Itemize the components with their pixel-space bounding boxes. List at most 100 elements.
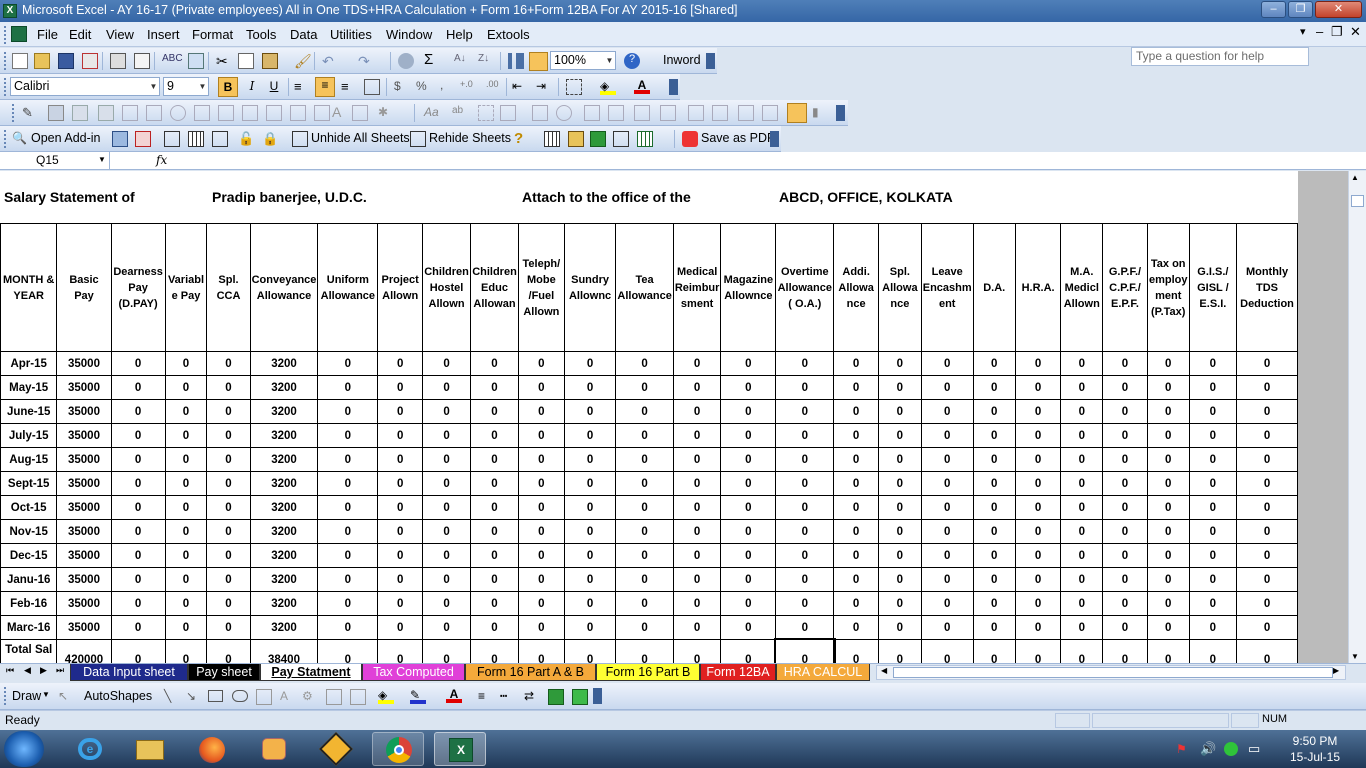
form-radio-icon[interactable]	[170, 105, 186, 121]
value-cell[interactable]: 0	[317, 399, 379, 424]
value-cell[interactable]: 0	[517, 495, 565, 520]
value-cell[interactable]: 0	[563, 639, 617, 663]
value-cell[interactable]: 0	[720, 471, 777, 496]
horizontal-scrollbar[interactable]: ◀ ▶	[876, 665, 1346, 680]
textbox-icon[interactable]	[256, 689, 272, 705]
value-cell[interactable]: 0	[206, 615, 251, 640]
value-cell[interactable]: 0	[563, 567, 617, 592]
value-cell[interactable]: 0	[775, 471, 835, 496]
month-cell[interactable]: Dec-15	[0, 543, 58, 568]
shadow-style-icon[interactable]	[548, 689, 564, 705]
value-cell[interactable]: 0	[1146, 567, 1190, 592]
month-cell[interactable]: Janu-16	[0, 567, 58, 592]
value-cell[interactable]: 0	[920, 639, 974, 663]
scroll-left-icon[interactable]: ◀	[881, 666, 887, 675]
value-cell[interactable]: 35000	[56, 615, 112, 640]
value-cell[interactable]: 0	[317, 639, 379, 663]
form-combo-icon[interactable]	[242, 105, 258, 121]
save-icon[interactable]	[58, 53, 74, 69]
value-cell[interactable]: 0	[470, 567, 519, 592]
currency-icon[interactable]: $	[394, 79, 410, 95]
run-dialog-icon[interactable]: ▮	[812, 105, 828, 121]
form-control-icon[interactable]	[98, 105, 114, 121]
addin-table-icon[interactable]	[544, 131, 560, 147]
value-cell[interactable]: 0	[422, 639, 472, 663]
value-cell[interactable]: 0	[615, 543, 674, 568]
chart-wizard-icon[interactable]	[508, 53, 524, 69]
menu-utilities[interactable]: Utilities	[330, 27, 372, 42]
next-sheet-icon[interactable]: ▶	[40, 665, 47, 676]
excel-doc-icon[interactable]	[11, 26, 27, 42]
value-cell[interactable]: 0	[563, 351, 617, 376]
borders-icon[interactable]	[566, 79, 582, 95]
column-header[interactable]: H.R.A.	[1014, 223, 1062, 352]
value-cell[interactable]: 0	[972, 567, 1016, 592]
value-cell[interactable]: 0	[110, 567, 166, 592]
value-cell[interactable]: 3200	[249, 399, 319, 424]
value-cell[interactable]: 0	[110, 543, 166, 568]
value-cell[interactable]: 0	[110, 471, 166, 496]
cut-icon[interactable]: ✂	[216, 53, 232, 69]
decrease-decimal-icon[interactable]: .00	[486, 79, 502, 95]
value-cell[interactable]: 0	[972, 375, 1016, 400]
scroll-down-icon[interactable]: ▼	[1351, 652, 1359, 661]
month-cell[interactable]: Nov-15	[0, 519, 58, 544]
value-cell[interactable]: 0	[720, 543, 777, 568]
column-header[interactable]: Tea Allowance	[615, 223, 674, 352]
value-cell[interactable]: 0	[164, 543, 208, 568]
value-cell[interactable]: 0	[1102, 639, 1148, 663]
value-cell[interactable]: 3200	[249, 591, 319, 616]
text-ab-icon[interactable]: ab	[452, 105, 468, 121]
tab-data-input-sheet[interactable]: Data Input sheet	[70, 664, 188, 681]
hyperlink-icon[interactable]	[398, 53, 414, 69]
value-cell[interactable]: 0	[164, 375, 208, 400]
form-frame-icon[interactable]	[478, 105, 494, 121]
value-cell[interactable]: 0	[920, 423, 974, 448]
value-cell[interactable]: 0	[470, 447, 519, 472]
value-cell[interactable]: 0	[1146, 495, 1190, 520]
value-cell[interactable]: 0	[672, 447, 722, 472]
value-cell[interactable]: 0	[206, 423, 251, 448]
value-cell[interactable]: 0	[672, 519, 722, 544]
value-cell[interactable]: 0	[1014, 399, 1062, 424]
form-scrollbar-icon[interactable]	[688, 105, 704, 121]
autoshapes-menu-button[interactable]: AutoShapes	[84, 689, 152, 703]
value-cell[interactable]: 0	[672, 543, 722, 568]
value-cell[interactable]: 0	[672, 639, 722, 663]
tab-tax-computed[interactable]: Tax Computed	[362, 664, 465, 681]
addin-delete-icon[interactable]	[135, 131, 151, 147]
form-spinner-icon[interactable]	[712, 105, 728, 121]
value-cell[interactable]: 0	[470, 471, 519, 496]
value-cell[interactable]: 0	[517, 639, 565, 663]
column-header[interactable]: D.A.	[972, 223, 1016, 352]
value-cell[interactable]: 0	[164, 495, 208, 520]
sort-desc-icon[interactable]: Z↓	[478, 53, 494, 69]
month-cell[interactable]: Total Sal	[0, 639, 58, 663]
value-cell[interactable]: 0	[317, 471, 379, 496]
font-color-icon[interactable]: A	[634, 78, 650, 94]
form-combo-icon[interactable]	[634, 105, 650, 121]
rehide-sheets-button[interactable]: Rehide Sheets	[429, 131, 511, 145]
text-aa-icon[interactable]: Aa	[424, 105, 440, 121]
value-cell[interactable]: 0	[164, 351, 208, 376]
form-button-icon[interactable]	[500, 105, 516, 121]
value-cell[interactable]: 0	[720, 615, 777, 640]
value-cell[interactable]: 0	[1188, 495, 1238, 520]
value-cell[interactable]: 0	[1102, 615, 1148, 640]
value-cell[interactable]: 3200	[249, 351, 319, 376]
value-cell[interactable]: 0	[377, 471, 424, 496]
redo-icon[interactable]: ↷	[358, 53, 374, 69]
value-cell[interactable]: 0	[775, 423, 835, 448]
value-cell[interactable]: 0	[877, 471, 922, 496]
value-cell[interactable]: 3200	[249, 423, 319, 448]
value-cell[interactable]: 0	[164, 423, 208, 448]
menu-data[interactable]: Data	[290, 27, 317, 42]
tab-form-16-part-a-b[interactable]: Form 16 Part A & B	[465, 664, 596, 681]
value-cell[interactable]: 0	[317, 351, 379, 376]
value-cell[interactable]: 3200	[249, 447, 319, 472]
align-right-icon[interactable]: ≡	[341, 79, 357, 95]
copy-icon[interactable]	[238, 53, 254, 69]
value-cell[interactable]: 0	[164, 519, 208, 544]
align-left-icon[interactable]: ≡	[294, 79, 310, 95]
value-cell[interactable]: 0	[720, 351, 777, 376]
